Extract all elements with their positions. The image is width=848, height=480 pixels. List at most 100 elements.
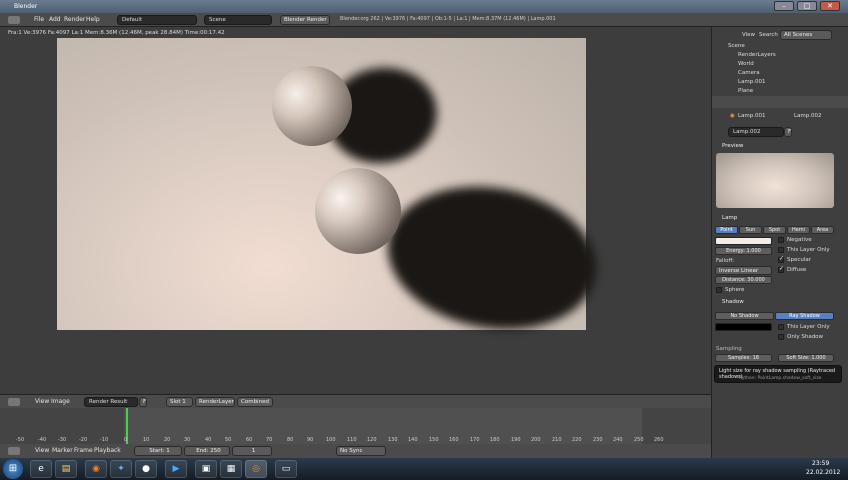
render-engine-selector[interactable]: Blender Render xyxy=(280,15,330,25)
shadow-this-layer-checkbox[interactable] xyxy=(778,324,784,330)
specular-label: Specular xyxy=(787,257,812,263)
shadow-panel-header[interactable]: Shadow xyxy=(722,299,744,305)
frame-tick: 110 xyxy=(347,437,357,443)
scene-selector[interactable]: Scene xyxy=(204,15,272,25)
media-player-icon[interactable]: ▶ xyxy=(165,460,187,478)
menu-view[interactable]: View xyxy=(35,447,49,454)
negative-label: Negative xyxy=(787,237,812,243)
outliner-item-world[interactable]: World xyxy=(738,61,754,67)
app-icon[interactable]: ● xyxy=(135,460,157,478)
explorer-icon[interactable]: ▤ xyxy=(55,460,77,478)
folder-icon[interactable]: ▣ xyxy=(195,460,217,478)
specular-checkbox[interactable] xyxy=(778,255,784,263)
only-shadow-label: Only Shadow xyxy=(787,334,824,340)
frame-tick: 180 xyxy=(490,437,500,443)
distance-field[interactable]: Distance: 30.000 xyxy=(715,276,772,284)
app-icon[interactable]: ✦ xyxy=(110,460,132,478)
out-of-range-right xyxy=(642,408,711,444)
pass-selector[interactable]: Combined xyxy=(237,397,273,407)
app-icon[interactable]: ▦ xyxy=(220,460,242,478)
window-title: Blender xyxy=(14,3,38,10)
negative-checkbox[interactable] xyxy=(778,237,784,243)
menu-add[interactable]: Add xyxy=(49,16,61,23)
outliner-view-menu[interactable]: View xyxy=(742,32,755,38)
diffuse-checkbox[interactable] xyxy=(778,265,784,273)
ie-icon[interactable]: e xyxy=(30,460,52,478)
lamp-datablock-field[interactable]: Lamp.002 xyxy=(728,127,784,137)
firefox-icon[interactable]: ◉ xyxy=(85,460,107,478)
frame-tick: -20 xyxy=(79,437,88,443)
lamp-type-area[interactable]: Area xyxy=(811,226,834,234)
frame-tick: 30 xyxy=(184,437,191,443)
layer-selector[interactable]: RenderLayer xyxy=(195,397,235,407)
fake-user-button[interactable]: F xyxy=(139,397,147,407)
properties-panel: View Search All Scenes Scene RenderLayer… xyxy=(711,27,848,458)
preview-panel-header[interactable]: Preview xyxy=(722,143,743,149)
blender-icon[interactable]: ◎ xyxy=(245,460,267,478)
editor-type-icon[interactable] xyxy=(8,398,20,406)
maximize-button[interactable]: □ xyxy=(797,1,817,11)
outliner-display-mode[interactable]: All Scenes xyxy=(780,30,832,40)
slot-selector[interactable]: Slot 1 xyxy=(166,397,193,407)
outliner-item-camera[interactable]: Camera xyxy=(738,70,760,76)
menu-playback[interactable]: Playback xyxy=(94,447,121,454)
current-frame-field[interactable]: 1 xyxy=(232,446,272,456)
ray-shadow-button[interactable]: Ray Shadow xyxy=(775,312,834,320)
outliner-search-menu[interactable]: Search xyxy=(759,32,778,38)
start-button-icon[interactable]: ⊞ xyxy=(3,459,23,479)
lamp-type-sun[interactable]: Sun xyxy=(739,226,762,234)
outliner-item-renderlayers[interactable]: RenderLayers xyxy=(738,52,776,58)
this-layer-only-checkbox[interactable] xyxy=(778,247,784,253)
lamp-type-hemi[interactable]: Hemi xyxy=(787,226,810,234)
no-shadow-button[interactable]: No Shadow xyxy=(715,312,774,320)
breadcrumb-lamp: Lamp.001 xyxy=(738,113,766,119)
menu-frame[interactable]: Frame xyxy=(74,447,93,454)
image-selector[interactable]: Render Result xyxy=(84,397,138,407)
app-icon[interactable]: ▭ xyxy=(275,460,297,478)
shadow-color-swatch[interactable] xyxy=(715,323,772,331)
menu-help[interactable]: Help xyxy=(86,16,100,23)
layout-selector[interactable]: Default xyxy=(117,15,197,25)
samples-field[interactable]: Samples: 18 xyxy=(715,354,772,362)
lamp-type-point[interactable]: Point xyxy=(715,226,738,234)
image-editor-header: View Image Render Result F Slot 1 Render… xyxy=(0,394,711,408)
window-titlebar: Blender – □ ✕ xyxy=(0,0,848,13)
outliner-item-plane[interactable]: Plane xyxy=(738,88,753,94)
start-frame-field[interactable]: Start: 1 xyxy=(134,446,182,456)
outliner-item-lamp[interactable]: Lamp.001 xyxy=(738,79,766,85)
lamp-type-spot[interactable]: Spot xyxy=(763,226,786,234)
sphere-checkbox[interactable] xyxy=(716,287,722,293)
editor-type-icon[interactable] xyxy=(8,16,20,24)
sync-selector[interactable]: No Sync xyxy=(336,446,386,456)
timeline-area[interactable]: -50 -40 -30 -20 -10 0 10 20 30 40 50 60 … xyxy=(0,408,711,444)
close-button[interactable]: ✕ xyxy=(820,1,840,11)
editor-type-icon[interactable] xyxy=(8,447,20,455)
menu-marker[interactable]: Marker xyxy=(52,447,73,454)
frame-tick: 250 xyxy=(634,437,644,443)
properties-tabs[interactable] xyxy=(712,96,848,108)
frame-tick: 170 xyxy=(470,437,480,443)
fake-user-button[interactable]: F xyxy=(784,127,792,137)
falloff-selector[interactable]: Inverse Linear xyxy=(715,266,772,275)
menu-file[interactable]: File xyxy=(34,16,44,23)
outliner-item-scene[interactable]: Scene xyxy=(728,43,745,49)
frame-tick: 60 xyxy=(246,437,253,443)
minimize-button[interactable]: – xyxy=(774,1,794,11)
menu-render[interactable]: Render xyxy=(64,16,85,23)
tooltip: Light size for ray shadow sampling (Rayt… xyxy=(714,365,842,383)
frame-tick: 260 xyxy=(654,437,664,443)
shadow-this-layer-label: This Layer Only xyxy=(787,324,830,330)
soft-size-field[interactable]: Soft Size: 1.000 xyxy=(778,354,834,362)
only-shadow-checkbox[interactable] xyxy=(778,334,784,340)
lamp-color-swatch[interactable] xyxy=(715,237,772,245)
menu-image[interactable]: Image xyxy=(51,398,70,405)
frame-tick: 50 xyxy=(225,437,232,443)
frame-tick: 10 xyxy=(143,437,150,443)
frame-tick: 70 xyxy=(266,437,273,443)
energy-field[interactable]: Energy: 1.000 xyxy=(715,247,772,255)
sphere-bottom xyxy=(315,168,401,254)
frame-tick: 200 xyxy=(531,437,541,443)
menu-view[interactable]: View xyxy=(35,398,49,405)
end-frame-field[interactable]: End: 250 xyxy=(184,446,230,456)
lamp-panel-header[interactable]: Lamp xyxy=(722,215,737,221)
